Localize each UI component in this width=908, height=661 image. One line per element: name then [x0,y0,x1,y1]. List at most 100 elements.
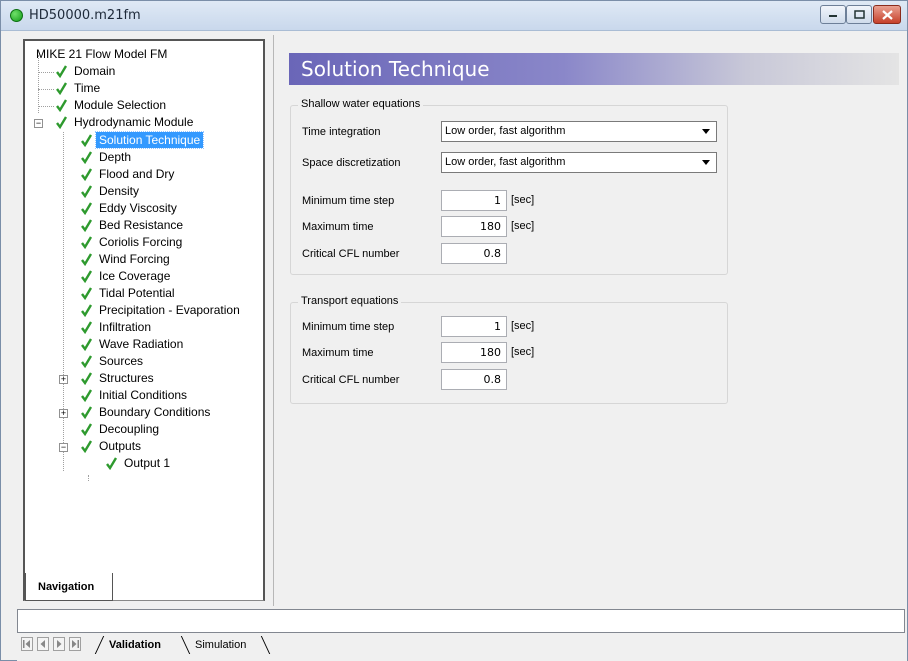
tree-connector [88,475,89,481]
tree-item-label: Output 1 [124,456,171,470]
check-icon [81,270,93,283]
tree-item-sources[interactable]: Sources [80,353,146,370]
tree-item-depth[interactable]: Depth [80,149,134,166]
tree-item-ice-coverage[interactable]: Ice Coverage [80,268,173,285]
tree-item-wind-forcing[interactable]: Wind Forcing [80,251,173,268]
tree-item-tidal-potential[interactable]: Tidal Potential [80,285,178,302]
minimize-button[interactable] [820,5,846,24]
tree-item-label: Decoupling [99,422,160,436]
maximize-button[interactable] [846,5,872,24]
tree-item-label: Infiltration [99,320,152,334]
tree-item-root[interactable]: MIKE 21 Flow Model FM [33,46,170,63]
tree-item-initial-conditions[interactable]: Initial Conditions [80,387,190,404]
panel-splitter[interactable] [273,35,277,606]
critical-cfl-label: Critical CFL number [302,248,400,260]
tree-item-label: Flood and Dry [99,167,175,181]
navigation-tree[interactable]: MIKE 21 Flow Model FM Domain Time Module… [25,41,263,586]
tree-item-label: Structures [99,371,154,385]
tree-item-structures[interactable]: Structures [80,370,157,387]
tree-item-outputs[interactable]: Outputs [80,438,144,455]
tree-item-wave-radiation[interactable]: Wave Radiation [80,336,186,353]
max-time-field[interactable]: 180 [441,216,507,237]
tree-item-eddy-viscosity[interactable]: Eddy Viscosity [80,200,180,217]
tree-connector [38,55,39,113]
transport-critical-cfl-field[interactable]: 0.8 [441,369,507,390]
tree-item-coriolis-forcing[interactable]: Coriolis Forcing [80,234,185,251]
bottom-tab-strip: Validation Simulation [17,635,905,659]
tree-item-density[interactable]: Density [80,183,142,200]
tree-item-label: Module Selection [74,98,167,112]
tree-item-label: Outputs [99,439,142,453]
space-discretization-select[interactable]: Low order, fast algorithm [441,152,717,173]
tree-item-infiltration[interactable]: Infiltration [80,319,154,336]
tree-item-label: Depth [99,150,132,164]
next-tab-button[interactable] [53,637,65,651]
tab-divider [260,636,271,654]
close-icon [881,9,893,20]
tab-divider [180,636,191,654]
tree-item-output-1[interactable]: Output 1 [105,455,173,472]
transport-critical-cfl-label: Critical CFL number [302,374,400,386]
last-icon [72,640,79,648]
check-icon [81,372,93,385]
tree-item-label: Boundary Conditions [99,405,211,419]
tree-item-label: Domain [74,64,116,78]
tree-item-label: Bed Resistance [99,218,184,232]
tree-item-module-selection[interactable]: Module Selection [55,97,169,114]
tree-item-bed-resistance[interactable]: Bed Resistance [80,217,186,234]
group-title: Transport equations [298,295,402,307]
tree-item-label: Wind Forcing [99,252,170,266]
app-status-icon [10,9,23,22]
first-tab-button[interactable] [21,637,33,651]
collapse-icon[interactable]: − [34,119,43,128]
check-icon [106,457,118,470]
title-bar[interactable]: HD50000.m21fm [1,1,907,31]
main-panel: Solution Technique Shallow water equatio… [279,39,907,605]
tree-connector [63,132,64,471]
tree-item-time[interactable]: Time [55,80,103,97]
close-button[interactable] [873,5,901,24]
page-header: Solution Technique [289,53,899,85]
tree-item-boundary-conditions[interactable]: Boundary Conditions [80,404,213,421]
check-icon [81,134,93,147]
last-tab-button[interactable] [69,637,81,651]
tree-item-hydrodynamic-module[interactable]: Hydrodynamic Module [55,114,196,131]
expand-icon[interactable]: + [59,375,68,384]
tree-item-solution-technique[interactable]: Solution Technique [80,131,205,149]
tree-item-label: Density [99,184,140,198]
transport-min-time-step-label: Minimum time step [302,321,395,333]
tree-item-label: Coriolis Forcing [99,235,183,249]
tab-navigation[interactable]: Navigation [25,573,113,601]
check-icon [81,253,93,266]
message-pane[interactable] [17,609,905,633]
time-integration-select[interactable]: Low order, fast algorithm [441,121,717,142]
tab-validation[interactable]: Validation [109,636,161,654]
collapse-icon[interactable]: − [59,443,68,452]
tree-item-precipitation-evaporation[interactable]: Precipitation - Evaporation [80,302,243,319]
tree-item-label: Eddy Viscosity [99,201,177,215]
min-time-step-field[interactable]: 1 [441,190,507,211]
tree-item-label: Tidal Potential [99,286,175,300]
check-icon [81,168,93,181]
critical-cfl-field[interactable]: 0.8 [441,243,507,264]
navigation-panel: MIKE 21 Flow Model FM Domain Time Module… [23,39,265,601]
check-icon [81,440,93,453]
tree-item-decoupling[interactable]: Decoupling [80,421,162,438]
expand-icon[interactable]: + [59,409,68,418]
transport-max-time-unit: [sec] [511,346,535,358]
check-icon [81,236,93,249]
transport-min-time-step-field[interactable]: 1 [441,316,507,337]
previous-tab-button[interactable] [37,637,49,651]
select-value: Low order, fast algorithm [445,125,566,137]
tab-simulation[interactable]: Simulation [195,636,246,654]
window-title: HD50000.m21fm [29,8,141,23]
tree-item-flood-and-dry[interactable]: Flood and Dry [80,166,177,183]
tree-connector [38,89,54,90]
check-icon [81,219,93,232]
tree-item-domain[interactable]: Domain [55,63,118,80]
min-time-step-label: Minimum time step [302,195,395,207]
transport-min-time-step-unit: [sec] [511,320,535,332]
chevron-down-icon [702,129,710,134]
output-area: Validation Simulation [17,609,907,661]
transport-max-time-field[interactable]: 180 [441,342,507,363]
